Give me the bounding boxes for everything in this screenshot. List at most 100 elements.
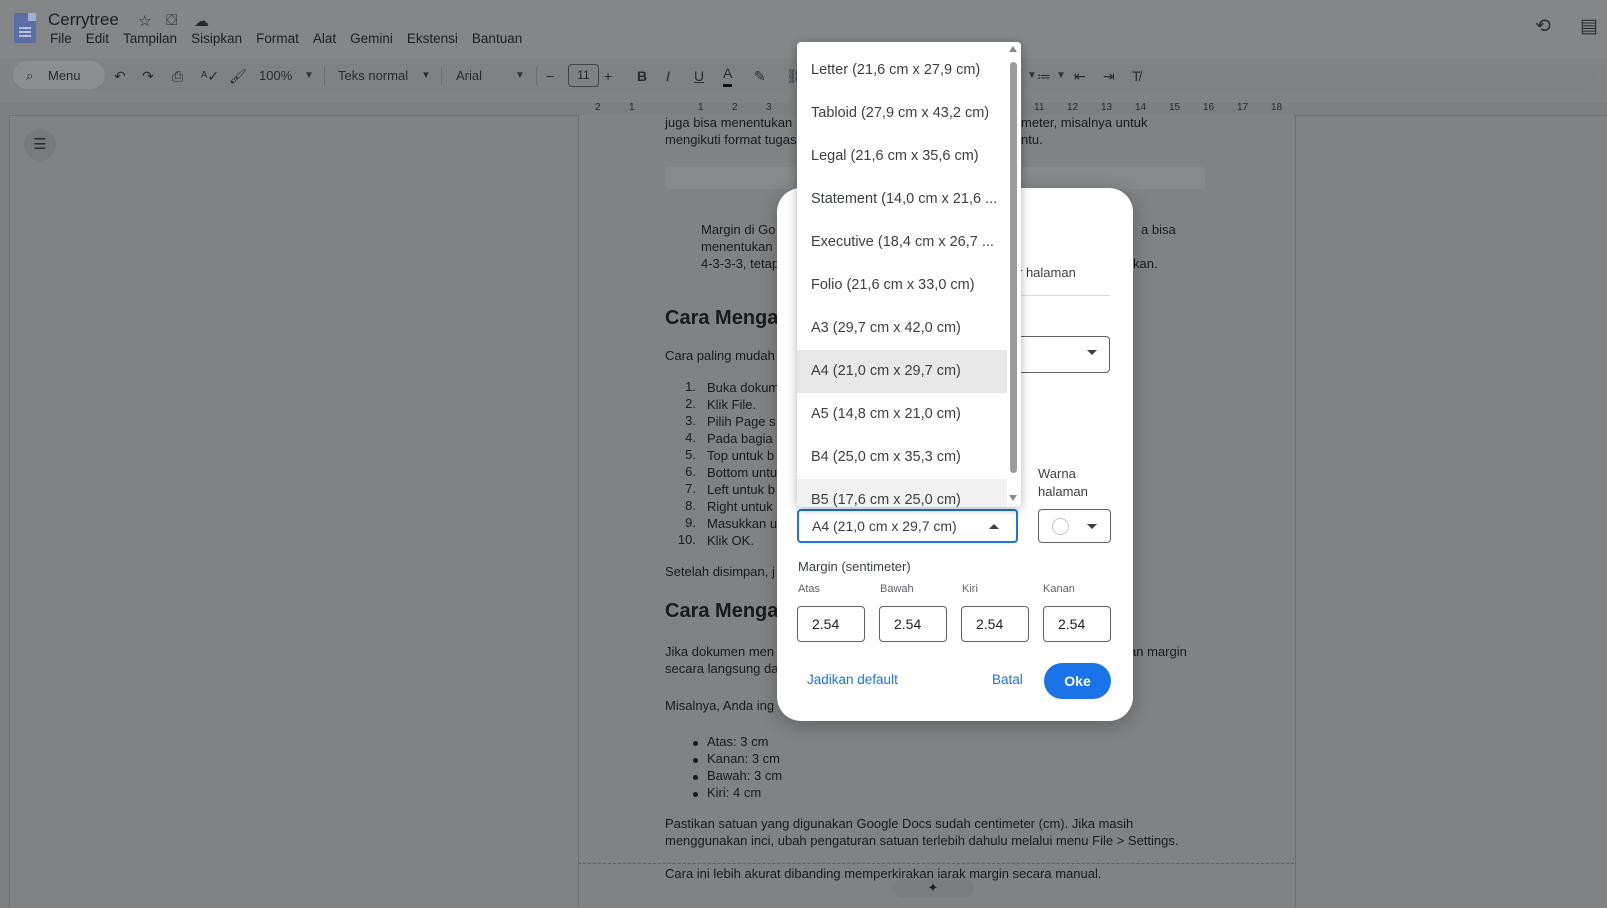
comments-icon[interactable]: ▤ (1580, 15, 1598, 38)
paper-option[interactable]: Executive (18,4 cm x 26,7 ... (797, 221, 1007, 264)
list-number: 3. (685, 413, 696, 428)
margin-right-input[interactable]: 2.54 (1043, 606, 1111, 642)
list-item: Pada bagia (707, 431, 773, 446)
redo-icon[interactable]: ↷ (142, 61, 154, 91)
body-text: Jika dokumen men (665, 644, 775, 659)
list-item: Kiri: 4 cm (707, 785, 762, 800)
menu-gemini[interactable]: Gemini (350, 31, 393, 46)
tab-page-settings[interactable]: r halaman (1018, 265, 1076, 280)
menu-file[interactable]: File (50, 31, 72, 46)
body-text: Cara ini lebih akurat dibanding memperki… (665, 866, 1102, 881)
paper-option[interactable]: Statement (14,0 cm x 21,6 ... (797, 178, 1007, 221)
margin-top-label: Atas (798, 583, 821, 595)
list-item: Bottom untu (707, 465, 778, 480)
margin-bottom-input[interactable]: 2.54 (879, 606, 947, 642)
menu-extensions[interactable]: Ekstensi (407, 31, 458, 46)
list-item: Atas: 3 cm (707, 734, 769, 749)
list-item: Pilih Page s (707, 414, 776, 429)
move-folder-icon[interactable]: ⛋ (166, 12, 177, 29)
ruler-tick: 12 (1067, 102, 1079, 113)
decrease-indent-icon[interactable]: ⇤ (1074, 61, 1086, 91)
undo-icon[interactable]: ↶ (114, 61, 126, 91)
italic-icon[interactable]: I (666, 61, 670, 91)
color-swatch (1052, 518, 1069, 535)
margin-top-input[interactable]: 2.54 (797, 606, 865, 642)
menu-search-label: Menu (48, 68, 81, 83)
font-chevron-down-icon: ▼ (515, 70, 525, 81)
paper-size-select[interactable]: A4 (21,0 cm x 29,7 cm) (797, 509, 1018, 543)
underline-icon[interactable]: U (694, 61, 704, 91)
dropdown-scrollbar[interactable] (1007, 42, 1021, 507)
font-size-increase-icon[interactable]: + (604, 61, 612, 91)
font-size-input[interactable]: 11 (568, 64, 599, 87)
cloud-status-icon[interactable]: ☁ (194, 12, 209, 30)
version-history-icon[interactable]: ⟲ (1535, 15, 1551, 38)
checklist-chevron-down-icon: ▼ (1027, 70, 1037, 81)
chevron-up-icon (989, 524, 999, 529)
clear-formatting-icon[interactable]: T̸ (1132, 61, 1141, 91)
highlight-icon[interactable]: ✎ (754, 61, 766, 91)
paper-option[interactable]: Tabloid (27,9 cm x 43,2 cm) (797, 92, 1007, 135)
list-number: 6. (685, 464, 696, 479)
scrollbar-thumb[interactable] (1010, 62, 1017, 473)
font-size-decrease-icon[interactable]: − (546, 61, 554, 91)
bold-icon[interactable]: B (637, 61, 647, 91)
docs-logo-icon[interactable] (14, 13, 36, 43)
list-item: Kanan: 3 cm (707, 751, 780, 766)
menu-format[interactable]: Format (256, 31, 299, 46)
print-icon[interactable]: ⎙ (172, 61, 183, 91)
cancel-button[interactable]: Batal (992, 672, 1023, 687)
paper-option[interactable]: A3 (29,7 cm x 42,0 cm) (797, 307, 1007, 350)
paper-option[interactable]: Legal (21,6 cm x 35,6 cm) (797, 135, 1007, 178)
gemini-sparkle-button[interactable]: ✦ (892, 878, 974, 898)
body-text: Setelah disimpan, j (665, 564, 775, 579)
list-number: 8. (685, 498, 696, 513)
menu-edit[interactable]: Edit (86, 31, 109, 46)
quote-text: Margin di Go (701, 222, 776, 237)
ok-button[interactable]: Oke (1044, 663, 1111, 699)
text-color-icon[interactable]: A (723, 61, 733, 87)
paper-option[interactable]: A5 (14,8 cm x 21,0 cm) (797, 393, 1007, 436)
list-number: 9. (685, 515, 696, 530)
bullet-dot (693, 775, 698, 780)
body-text: mengikuti format tugas (665, 132, 797, 147)
toolbar-divider (324, 67, 325, 85)
list-item: Buka dokum (707, 380, 780, 395)
vertical-ruler[interactable] (0, 115, 10, 908)
paper-option-selected[interactable]: A4 (21,0 cm x 29,7 cm) (797, 350, 1007, 393)
document-outline-icon[interactable]: ☰ (24, 129, 56, 161)
list-item: Masukkan u (707, 516, 778, 531)
increase-indent-icon[interactable]: ⇥ (1103, 61, 1115, 91)
paper-option[interactable]: B4 (25,0 cm x 35,3 cm) (797, 436, 1007, 479)
search-icon: ⌕ (26, 68, 34, 83)
page-color-select[interactable] (1038, 509, 1111, 543)
spellcheck-icon[interactable]: ᴬ✓ (201, 61, 219, 91)
body-text: ntu. (1021, 132, 1043, 147)
font-select[interactable]: Arial (456, 61, 482, 91)
paper-option[interactable]: B5 (17,6 cm x 25,0 cm) (797, 479, 1007, 507)
star-icon[interactable]: ☆ (138, 12, 151, 30)
page-break (578, 863, 1294, 864)
list-item: Bawah: 3 cm (707, 768, 783, 783)
margin-bottom-label: Bawah (880, 583, 914, 595)
margin-left-input[interactable]: 2.54 (961, 606, 1029, 642)
paper-option[interactable]: Folio (21,6 cm x 33,0 cm) (797, 264, 1007, 307)
menu-tools[interactable]: Alat (313, 31, 336, 46)
scroll-down-arrow-icon[interactable] (1009, 495, 1017, 501)
set-default-button[interactable]: Jadikan default (807, 672, 898, 687)
list-item: Klik OK. (707, 533, 754, 548)
doc-title[interactable]: Cerrytree (48, 10, 119, 30)
paint-format-icon[interactable]: 🖌 (229, 61, 247, 91)
menu-help[interactable]: Bantuan (472, 31, 522, 46)
menu-insert[interactable]: Sisipkan (191, 31, 242, 46)
scroll-up-arrow-icon[interactable] (1009, 46, 1017, 52)
numbered-list-icon[interactable]: ≔ (1037, 61, 1051, 91)
zoom-select[interactable]: 100% (259, 61, 292, 91)
menu-view[interactable]: Tampilan (123, 31, 177, 46)
paper-option[interactable]: Letter (21,6 cm x 27,9 cm) (797, 49, 1007, 92)
paper-size-dropdown[interactable]: Letter (21,6 cm x 27,9 cm) Tabloid (27,9… (797, 42, 1021, 507)
ruler-tick: 1 (629, 102, 635, 113)
body-text: juga bisa menentukan (665, 115, 793, 130)
list-item: Left untuk b (707, 482, 775, 497)
style-select[interactable]: Teks normal (338, 61, 408, 91)
